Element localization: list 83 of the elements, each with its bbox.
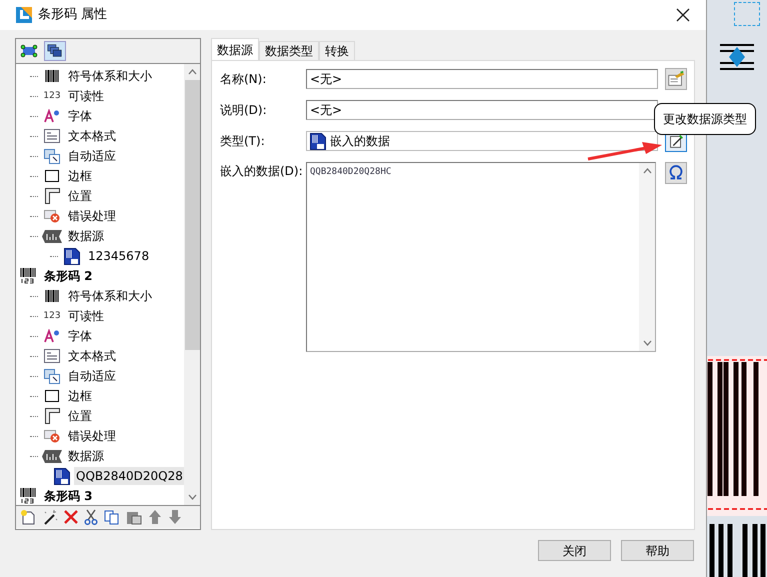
tree-item[interactable]: 文本格式 — [66, 127, 118, 145]
tree-item[interactable]: 错误处理 — [66, 207, 118, 225]
field-label: 说明(D): — [220, 102, 268, 119]
field-label: 类型(T): — [220, 133, 266, 150]
arrow-down-icon[interactable] — [168, 509, 182, 525]
text-format-icon — [44, 349, 60, 363]
tree-item[interactable]: 文本格式 — [66, 347, 118, 365]
text-format-icon — [44, 129, 60, 143]
magic-wand-icon[interactable] — [42, 509, 58, 525]
tree-item[interactable]: 可读性 — [66, 87, 106, 105]
tree-item[interactable]: 符号体系和大小 — [66, 67, 154, 85]
ruler-icon — [44, 188, 60, 204]
edit-text-icon[interactable] — [665, 68, 687, 90]
layers-icon[interactable] — [44, 41, 66, 61]
dialog-button[interactable]: 帮助 — [621, 540, 694, 561]
description-field[interactable]: <无> — [306, 100, 658, 120]
name-field[interactable]: <无> — [306, 69, 658, 89]
scrollbar[interactable] — [639, 163, 655, 351]
barcode-icon — [45, 289, 59, 303]
tree-item[interactable]: 自动适应 — [66, 147, 118, 165]
tree-item[interactable]: 错误处理 — [66, 427, 118, 445]
tab[interactable]: 转换 — [319, 41, 355, 60]
tree-item[interactable]: 位置 — [66, 187, 94, 205]
tree-item[interactable]: 条形码 2 — [42, 267, 95, 285]
error-icon — [44, 209, 60, 223]
omega-icon[interactable] — [665, 162, 687, 184]
tree-item[interactable]: 边框 — [66, 167, 94, 185]
barcode-icon — [20, 488, 36, 504]
tree-item[interactable]: 可读性 — [66, 307, 106, 325]
scroll-up-icon[interactable] — [188, 69, 196, 75]
scroll-up-icon[interactable] — [642, 168, 652, 174]
connector-icon[interactable] — [20, 44, 38, 58]
align-center-icon[interactable] — [718, 42, 756, 72]
font-icon — [44, 329, 60, 343]
copy-icon[interactable] — [104, 509, 120, 525]
dialog-button[interactable]: 关闭 — [538, 540, 611, 561]
tree-item[interactable]: 边框 — [66, 387, 94, 405]
digits-label: 123 — [43, 312, 61, 320]
field-label: 嵌入的数据(D): — [220, 163, 304, 180]
error-icon — [44, 429, 60, 443]
barcode-icon — [45, 69, 59, 83]
delete-icon[interactable] — [64, 510, 78, 524]
tree-item[interactable]: 数据源 — [66, 227, 106, 245]
tree-item[interactable]: 符号体系和大小 — [66, 287, 154, 305]
data-file-icon — [310, 132, 326, 150]
tree-item[interactable]: QQB2840D20Q28I — [74, 467, 184, 485]
app-logo-icon — [16, 7, 32, 23]
scroll-down-icon[interactable] — [188, 494, 196, 500]
new-page-icon[interactable] — [20, 509, 36, 525]
data-file-icon — [64, 248, 80, 264]
type-value: 嵌入的数据 — [330, 133, 390, 150]
tag-icon — [42, 450, 62, 462]
tag-icon — [42, 230, 62, 242]
tree-item[interactable]: 数据源 — [66, 447, 106, 465]
scissors-icon[interactable] — [84, 509, 98, 525]
square-icon — [45, 170, 59, 182]
embedded-data-value: QQB2840D20Q28HC — [309, 166, 392, 179]
tree-item[interactable]: 字体 — [66, 327, 94, 345]
ruler-icon — [44, 408, 60, 424]
tree-item[interactable]: 12345678 — [86, 247, 152, 265]
tree-item[interactable]: 字体 — [66, 107, 94, 125]
square-icon — [45, 390, 59, 402]
autofit-icon — [44, 368, 60, 384]
paste-icon[interactable] — [126, 509, 142, 525]
tab[interactable]: 数据类型 — [259, 41, 319, 60]
data-file-icon — [54, 468, 70, 484]
tree-item[interactable]: 自动适应 — [66, 367, 118, 385]
autofit-icon — [44, 148, 60, 164]
field-label: 名称(N): — [220, 71, 268, 88]
type-field[interactable]: 嵌入的数据 — [306, 131, 658, 151]
scroll-down-icon[interactable] — [642, 340, 652, 346]
tree-item[interactable]: 条形码 3 — [42, 487, 95, 505]
barcode-icon — [20, 268, 36, 284]
tooltip: 更改数据源类型 — [654, 103, 756, 135]
arrow-up-icon[interactable] — [148, 509, 162, 525]
embedded-data-field[interactable]: QQB2840D20Q28HC — [306, 162, 656, 352]
tab[interactable]: 数据源 — [211, 38, 259, 60]
tree-item[interactable]: 位置 — [66, 407, 94, 425]
digits-label: 123 — [43, 92, 61, 100]
window-title: 条形码 属性 — [38, 6, 108, 24]
font-icon — [44, 109, 60, 123]
close-icon[interactable] — [676, 8, 690, 22]
scrollbar[interactable] — [184, 64, 200, 505]
